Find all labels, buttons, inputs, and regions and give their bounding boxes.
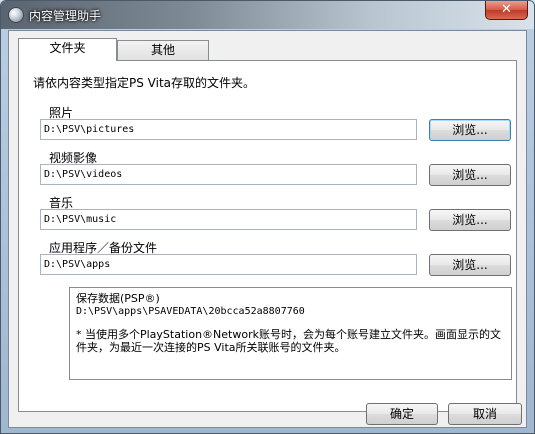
photos-browse-button[interactable]: 浏览... xyxy=(429,119,511,141)
music-browse-button[interactable]: 浏览... xyxy=(429,209,511,231)
videos-browse-button[interactable]: 浏览... xyxy=(429,164,511,186)
save-data-path: D:\PSV\apps\PSAVEDATA\20bcca52a8807760 xyxy=(76,306,305,317)
title-bar[interactable]: 内容管理助手 ✕ xyxy=(1,1,534,29)
apps-browse-button[interactable]: 浏览... xyxy=(429,254,511,276)
cancel-button[interactable]: 取消 xyxy=(448,403,522,425)
photos-path-field[interactable]: D:\PSV\pictures xyxy=(40,119,417,140)
account-note: * 当使用多个PlayStation®Network账号时，会为每个账号建立文件… xyxy=(76,328,501,354)
instruction-text: 请依内容类型指定PS Vita存取的文件夹。 xyxy=(33,76,256,90)
save-data-heading: 保存数据(PSP®) xyxy=(76,292,160,305)
videos-path-field[interactable]: D:\PSV\videos xyxy=(40,164,417,185)
save-data-info-box: 保存数据(PSP®) D:\PSV\apps\PSAVEDATA\20bcca5… xyxy=(69,287,512,380)
apps-path-field[interactable]: D:\PSV\apps xyxy=(40,254,417,275)
close-button[interactable]: ✕ xyxy=(485,1,528,20)
window-title: 内容管理助手 xyxy=(29,9,102,23)
tab-folders[interactable]: 文件夹 xyxy=(18,38,117,61)
dialog-body: 文件夹 其他 请依内容类型指定PS Vita存取的文件夹。 照片 D:\PSV\… xyxy=(8,30,527,428)
tab-other[interactable]: 其他 xyxy=(117,40,209,61)
music-path-field[interactable]: D:\PSV\music xyxy=(40,209,417,230)
ok-button[interactable]: 确定 xyxy=(366,403,438,425)
dialog-window: 内容管理助手 ✕ 文件夹 其他 请依内容类型指定PS Vita存取的文件夹。 照… xyxy=(0,0,535,434)
app-icon xyxy=(8,7,24,23)
